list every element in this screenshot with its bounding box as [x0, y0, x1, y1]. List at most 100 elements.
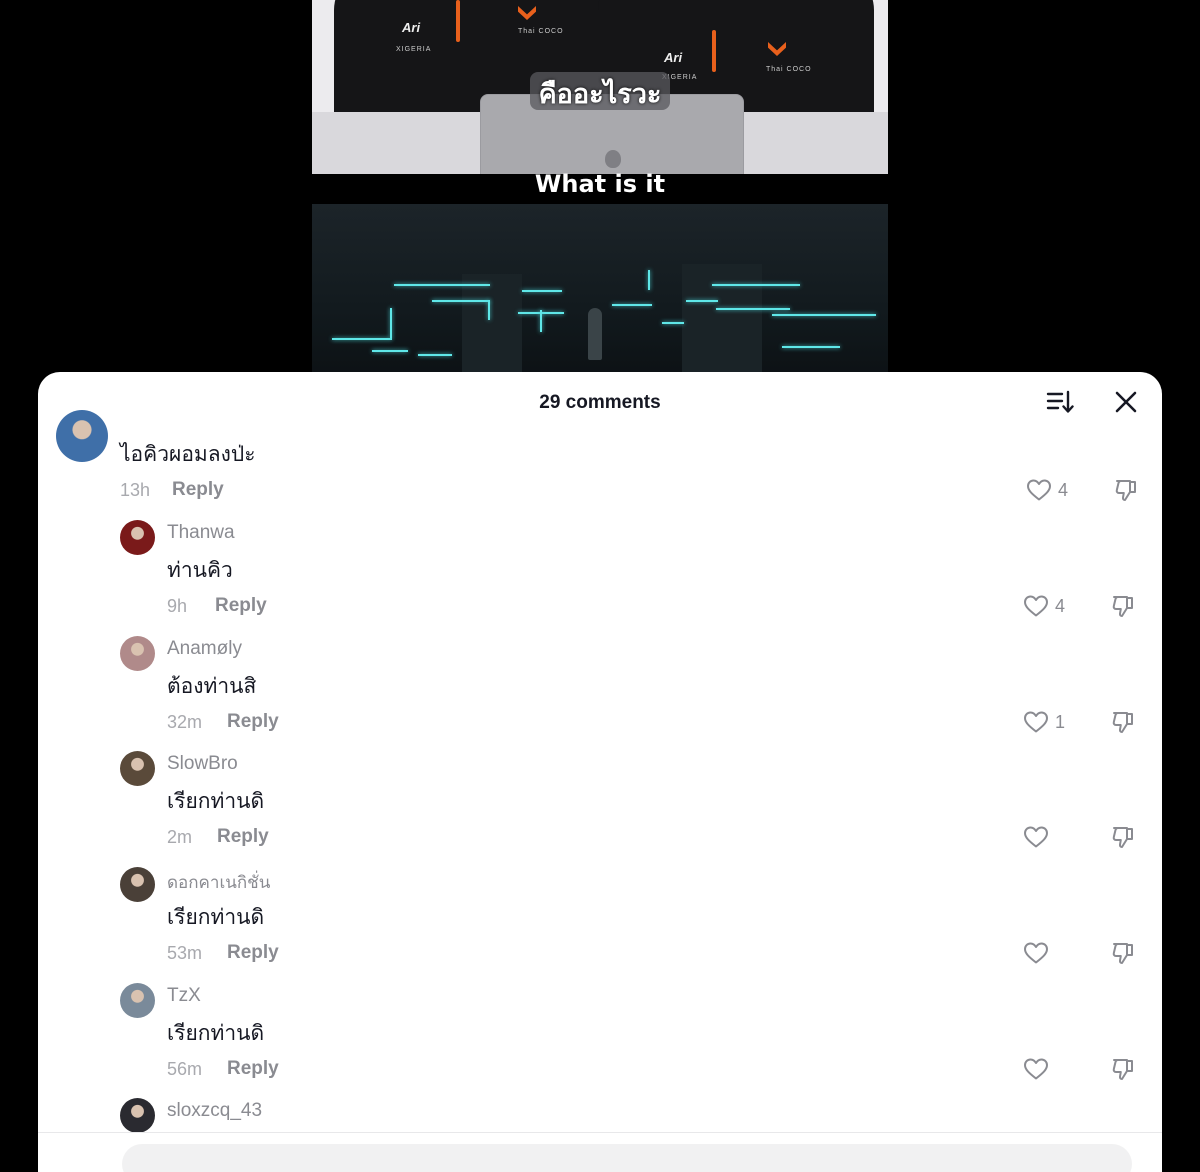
team-logo	[518, 6, 536, 20]
avatar[interactable]	[120, 636, 155, 671]
like-button[interactable]	[1026, 478, 1052, 502]
dislike-button[interactable]	[1111, 593, 1137, 619]
scene-structure	[462, 274, 522, 380]
reply-button[interactable]: Reply	[227, 942, 279, 964]
like-button[interactable]	[1023, 825, 1049, 849]
like-count: 4	[1055, 596, 1066, 616]
neon-line	[394, 284, 490, 286]
video-player[interactable]: Ari XIGERIA Thai COCO Ari XIGERIA Thai C…	[312, 0, 888, 380]
avatar[interactable]	[56, 410, 108, 462]
avatar[interactable]	[120, 1098, 155, 1133]
comment-time: 9h	[167, 596, 188, 616]
sort-button[interactable]	[1046, 388, 1074, 416]
dislike-button[interactable]	[1111, 824, 1137, 850]
divider	[38, 1132, 1162, 1133]
shirt-logo-text: Thai COCO	[518, 28, 564, 35]
neon-line	[332, 338, 392, 340]
heart-icon	[1024, 595, 1048, 617]
video-caption-english: What is it	[534, 170, 666, 198]
collar-accent	[712, 30, 716, 72]
neon-line	[522, 290, 562, 292]
apple-logo-icon	[605, 150, 621, 168]
neon-line	[418, 354, 452, 356]
comments-count-title: 29 comments	[539, 392, 661, 413]
heart-icon	[1024, 942, 1048, 964]
avatar[interactable]	[120, 751, 155, 786]
like-count: 1	[1055, 712, 1066, 732]
thumbs-down-icon	[1112, 712, 1133, 733]
neon-line	[782, 346, 840, 348]
reply-button[interactable]: Reply	[227, 711, 279, 733]
shirt-brand: Ari	[402, 20, 421, 35]
scene-structure	[682, 264, 762, 380]
comment-time: 2m	[167, 827, 193, 847]
dislike-button[interactable]	[1111, 709, 1137, 735]
neon-line	[488, 300, 490, 320]
video-frame-bottom	[312, 204, 888, 380]
neon-line	[372, 350, 408, 352]
video-caption-thai: คืออะไรวะ	[538, 79, 662, 110]
close-button[interactable]	[1112, 388, 1140, 416]
comment-time: 53m	[167, 943, 203, 963]
avatar[interactable]	[120, 867, 155, 902]
neon-line	[390, 308, 392, 338]
reply-button[interactable]: Reply	[227, 1058, 279, 1080]
thumbs-down-icon	[1115, 480, 1136, 501]
comment-time: 56m	[167, 1059, 203, 1079]
add-comment-input[interactable]	[122, 1144, 1132, 1172]
neon-line	[540, 310, 542, 332]
avatar[interactable]	[120, 520, 155, 555]
collar-accent	[456, 0, 460, 42]
like-button[interactable]	[1023, 710, 1049, 734]
reply-button[interactable]: Reply	[172, 479, 224, 501]
comment-item: SlowBro เรียกท่านดิ 2m Reply	[38, 751, 1162, 867]
comment-username[interactable]: SlowBro	[167, 753, 238, 775]
comment-text: ไอคิวผอมลงป่ะ	[120, 442, 256, 466]
comment-time: 32m	[167, 712, 203, 732]
like-count: 4	[1058, 480, 1069, 500]
neon-line	[772, 314, 876, 316]
neon-line	[432, 300, 490, 302]
comment-item: Thanwa ท่านคิว 9h Reply 4	[38, 520, 1162, 636]
dislike-button[interactable]	[1111, 1056, 1137, 1082]
thumbs-down-icon	[1112, 943, 1133, 964]
comment-username[interactable]: Anamøly	[167, 638, 242, 660]
team-logo	[768, 42, 786, 56]
neon-line	[648, 270, 650, 290]
comment-text: เรียกท่านดิ	[167, 905, 265, 929]
like-button[interactable]	[1023, 594, 1049, 618]
comment-username[interactable]: Thanwa	[167, 522, 235, 544]
comment-text: เรียกท่านดิ	[167, 1021, 265, 1045]
comment-text: ต้องท่านสิ	[167, 674, 257, 698]
avatar[interactable]	[120, 983, 155, 1018]
dislike-button[interactable]	[1114, 477, 1140, 503]
comment-username[interactable]: TzX	[167, 985, 201, 1007]
comment-item: TzX เรียกท่านดิ 56m Reply	[38, 983, 1162, 1099]
comment-username[interactable]: ดอกคาเนกิชั่น	[167, 869, 270, 896]
heart-icon	[1024, 711, 1048, 733]
like-button[interactable]	[1023, 941, 1049, 965]
comment-text: ท่านคิว	[167, 558, 233, 582]
heart-icon	[1024, 826, 1048, 848]
thumbs-down-icon	[1112, 1059, 1133, 1080]
heart-icon	[1027, 479, 1051, 501]
dislike-button[interactable]	[1111, 940, 1137, 966]
neon-line	[716, 308, 790, 310]
neon-line	[686, 300, 718, 302]
comment-username[interactable]: sloxzcq_43	[167, 1100, 262, 1122]
shirt-sponsor: XIGERIA	[396, 46, 432, 53]
comment-item: Anamøly ต้องท่านสิ 32m Reply 1	[38, 636, 1162, 752]
comment-item: ดอกคาเนกิชั่น เรียกท่านดิ 53m Reply	[38, 867, 1162, 983]
like-button[interactable]	[1023, 1057, 1049, 1081]
video-frame-top: Ari XIGERIA Thai COCO Ari XIGERIA Thai C…	[312, 0, 888, 174]
shirt-brand: Ari	[664, 50, 683, 65]
comment-text: เรียกท่านดิ	[167, 789, 265, 813]
heart-icon	[1024, 1058, 1048, 1080]
thumbs-down-icon	[1112, 596, 1133, 617]
character-figure	[588, 308, 602, 360]
reply-button[interactable]: Reply	[215, 595, 267, 617]
reply-button[interactable]: Reply	[217, 826, 269, 848]
thumbs-down-icon	[1112, 827, 1133, 848]
comment-time: 13h	[120, 480, 151, 500]
neon-line	[612, 304, 652, 306]
